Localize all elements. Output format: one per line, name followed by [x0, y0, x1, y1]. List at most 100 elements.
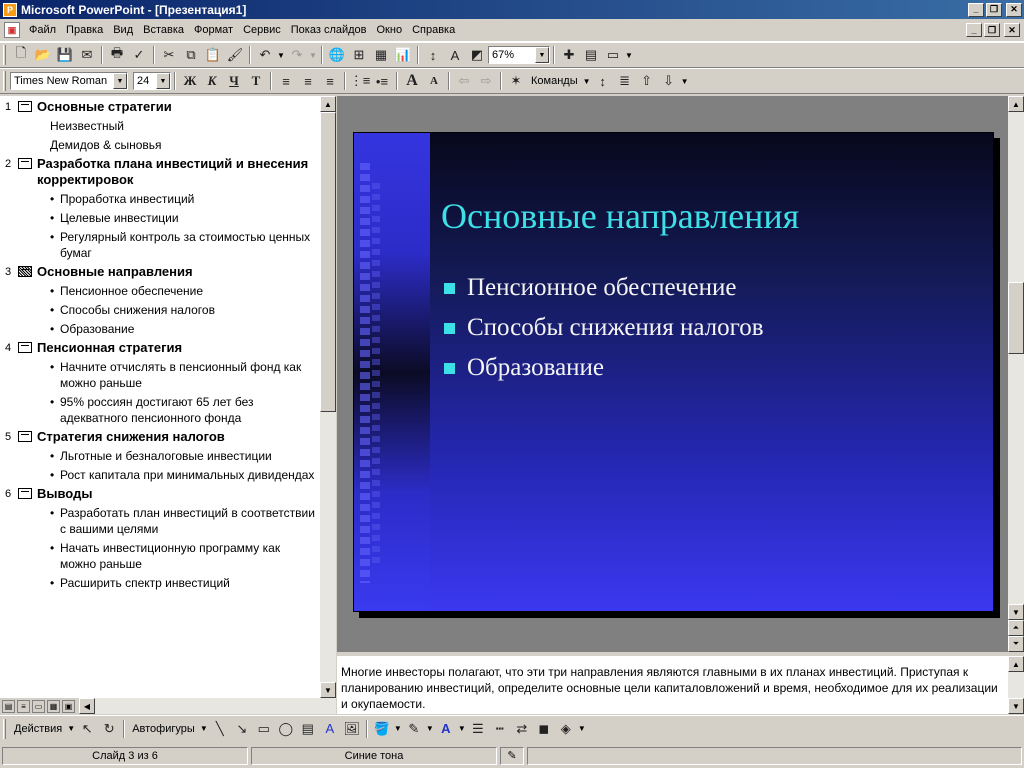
zoom-combo[interactable]: 67% ▼ — [488, 46, 550, 64]
slide-icon[interactable] — [18, 342, 32, 353]
3d-icon[interactable]: ◈ — [555, 718, 577, 740]
slide-icon[interactable] — [18, 431, 32, 442]
underline-button[interactable]: Ч — [223, 70, 245, 92]
shadow-button[interactable]: Т — [245, 70, 267, 92]
toolbar-grip[interactable] — [3, 45, 6, 65]
scroll-up-icon[interactable]: ▲ — [1008, 656, 1024, 672]
move-up-icon[interactable]: ⇧ — [636, 70, 658, 92]
demote-icon[interactable]: ⇨ — [475, 70, 497, 92]
expand-all-icon[interactable]: ↕ — [422, 44, 444, 66]
font-color-dropdown[interactable]: ▼ — [457, 724, 467, 733]
outline-pane[interactable]: 1 Основные стратегии Неизвестный Демидов & … — [0, 96, 320, 698]
chevron-down-icon[interactable]: ▼ — [535, 47, 549, 63]
doc-minimize-button[interactable]: _ — [966, 23, 982, 37]
line-style-icon[interactable]: ☰ — [467, 718, 489, 740]
copy-icon[interactable]: ⧉ — [180, 44, 202, 66]
outline-slide-title[interactable]: 1 Основные стратегии — [0, 99, 320, 115]
paragraph-spacing-icon[interactable]: ≣ — [614, 70, 636, 92]
autoshapes-dropdown[interactable]: ▼ — [199, 724, 209, 733]
menu-item-1[interactable]: Правка — [61, 24, 108, 36]
slide-title[interactable]: Основные направления — [441, 195, 799, 237]
oval-icon[interactable]: ◯ — [275, 718, 297, 740]
outline-slide-title[interactable]: 3 Основные направления — [0, 264, 320, 280]
arrow-icon[interactable]: ↘ — [231, 718, 253, 740]
undo-dropdown[interactable]: ▼ — [276, 51, 286, 60]
outline-slide-title[interactable]: 6 Выводы — [0, 486, 320, 502]
toolbar-options-dropdown[interactable]: ▼ — [680, 77, 690, 86]
slide-canvas[interactable]: Основные направления Пенсионное обеспече… — [353, 132, 994, 612]
slide-icon[interactable] — [18, 158, 32, 169]
next-slide-icon[interactable]: ⏷ — [1008, 636, 1024, 652]
menu-item-0[interactable]: Файл — [24, 24, 61, 36]
font-size-combo[interactable]: 24 ▼ — [133, 72, 171, 90]
insert-chart-icon[interactable]: 📊 — [392, 44, 414, 66]
paste-icon[interactable]: 📋 — [202, 44, 224, 66]
commands-menu[interactable]: Команды — [527, 75, 582, 87]
increase-font-icon[interactable]: A — [401, 70, 423, 92]
outline-bullet[interactable]: 95% россиян достигают 65 лет без адекват… — [0, 394, 320, 426]
rectangle-icon[interactable]: ▭ — [253, 718, 275, 740]
notes-scrollbar[interactable]: ▲ ▼ — [1008, 656, 1024, 714]
slide-icon[interactable] — [18, 101, 32, 112]
align-left-icon[interactable]: ≡ — [275, 70, 297, 92]
document-icon[interactable]: ▣ — [4, 22, 20, 38]
bold-button[interactable]: Ж — [179, 70, 201, 92]
scroll-thumb[interactable] — [320, 112, 336, 412]
arrow-style-icon[interactable]: ⇄ — [511, 718, 533, 740]
spelling-status-icon[interactable]: ✎ — [500, 746, 524, 765]
open-icon[interactable]: 📂 — [32, 44, 54, 66]
outline-hscrollbar[interactable]: ◀ — [79, 698, 336, 714]
outline-slide-title[interactable]: 2 Разработка плана инвестиций и внесения … — [0, 156, 320, 188]
spelling-icon[interactable]: ✓ — [128, 44, 150, 66]
apply-design-icon[interactable]: ▭ — [602, 44, 624, 66]
menu-item-2[interactable]: Вид — [108, 24, 138, 36]
scroll-up-icon[interactable]: ▲ — [320, 96, 336, 112]
bullets-icon[interactable]: •≡ — [371, 70, 393, 92]
line-spacing-icon[interactable]: ↕ — [592, 70, 614, 92]
commands-dropdown[interactable]: ▼ — [582, 77, 592, 86]
actions-menu[interactable]: Действия — [10, 723, 66, 735]
font-combo[interactable]: Times New Roman ▼ — [10, 72, 128, 90]
scroll-thumb[interactable] — [1008, 282, 1024, 354]
animation-icon[interactable]: ✶ — [505, 70, 527, 92]
move-down-icon[interactable]: ⇩ — [658, 70, 680, 92]
close-button[interactable]: ✕ — [1006, 2, 1022, 17]
menu-item-3[interactable]: Вставка — [138, 24, 189, 36]
undo-icon[interactable]: ↶ — [254, 44, 276, 66]
previous-slide-icon[interactable]: ⏶ — [1008, 620, 1024, 636]
toolbar-options-dropdown[interactable]: ▼ — [577, 724, 587, 733]
outline-subtitle[interactable]: Демидов & сыновья — [0, 137, 320, 153]
slide-show-icon[interactable]: ▣ — [62, 699, 75, 713]
decrease-font-icon[interactable]: A — [423, 70, 445, 92]
select-pointer-icon[interactable]: ↖ — [76, 718, 98, 740]
fill-color-dropdown[interactable]: ▼ — [393, 724, 403, 733]
actions-dropdown[interactable]: ▼ — [66, 724, 76, 733]
menu-item-7[interactable]: Окно — [372, 24, 408, 36]
outline-view-icon[interactable]: ≡ — [17, 699, 30, 713]
outline-bullet[interactable]: Образование — [0, 321, 320, 337]
notes-pane[interactable]: Многие инвесторы полагают, что эти три н… — [337, 656, 1008, 714]
outline-bullet[interactable]: Начать инвестиционную программу как можн… — [0, 540, 320, 572]
slide-icon[interactable] — [18, 266, 32, 277]
slide-view-icon[interactable]: ▭ — [32, 699, 45, 713]
toolbar-options-dropdown[interactable]: ▼ — [624, 51, 634, 60]
normal-view-icon[interactable]: ▤ — [2, 699, 15, 713]
format-painter-icon[interactable]: 🖌 — [224, 44, 246, 66]
scroll-left-icon[interactable]: ◀ — [79, 698, 95, 714]
italic-button[interactable]: К — [201, 70, 223, 92]
slide-bullet[interactable]: Образование — [444, 353, 764, 382]
free-rotate-icon[interactable]: ↻ — [98, 718, 120, 740]
slide-icon[interactable] — [18, 488, 32, 499]
outline-bullet[interactable]: Проработка инвестиций — [0, 191, 320, 207]
maximize-button[interactable]: ❐ — [986, 2, 1002, 17]
align-right-icon[interactable]: ≡ — [319, 70, 341, 92]
promote-icon[interactable]: ⇦ — [453, 70, 475, 92]
fill-color-icon[interactable]: 🪣 — [371, 718, 393, 740]
line-color-dropdown[interactable]: ▼ — [425, 724, 435, 733]
menu-item-8[interactable]: Справка — [407, 24, 460, 36]
outline-bullet[interactable]: Целевые инвестиции — [0, 210, 320, 226]
autoshapes-menu[interactable]: Автофигуры — [128, 723, 199, 735]
scroll-down-icon[interactable]: ▼ — [320, 682, 336, 698]
redo-dropdown[interactable]: ▼ — [308, 51, 318, 60]
outline-scrollbar[interactable]: ▲ ▼ — [320, 96, 336, 698]
